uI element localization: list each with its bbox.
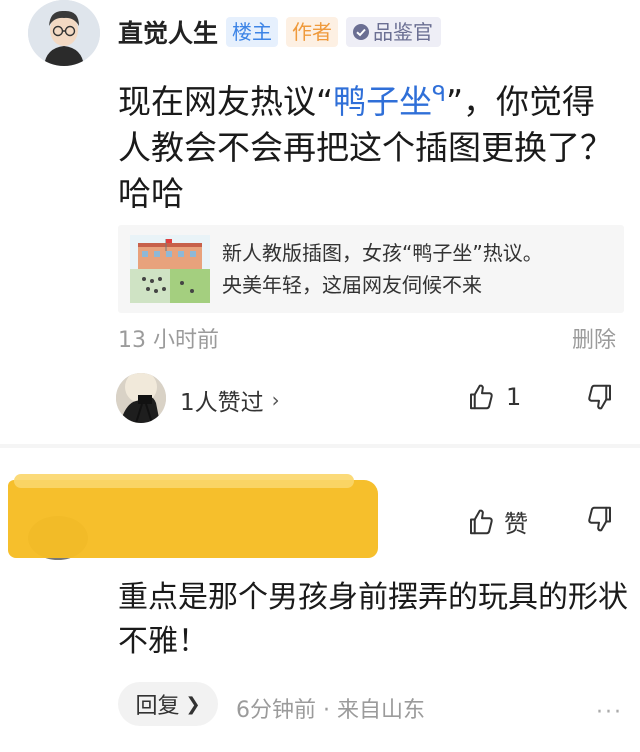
- verified-icon: [353, 24, 370, 40]
- reply-comment: 赞 重点是那个男孩身前摆弄的玩具的形状不雅！ 回复 ❯ 6分钟前 · 来自山东 …: [0, 448, 640, 752]
- link-card-text: 新人教版插图，女孩“鸭子坐”热议。 央美年轻，这届网友伺候不来: [222, 237, 618, 301]
- reply-button[interactable]: 回复 ❯: [118, 682, 218, 726]
- like-count: 1: [506, 383, 522, 411]
- link-card-line2: 央美年轻，这届网友伺候不来: [222, 273, 482, 297]
- chevron-right-icon: ❯: [185, 693, 201, 715]
- link-card-line1: 新人教版插图，女孩“鸭子坐”热议。: [222, 241, 543, 265]
- author-avatar[interactable]: [28, 0, 100, 66]
- dislike-button[interactable]: [585, 382, 615, 416]
- delete-button[interactable]: 删除: [572, 322, 616, 354]
- likes-summary-label: 1人赞过: [180, 390, 264, 416]
- reply-like-label: 赞: [504, 510, 528, 538]
- like-button[interactable]: 1: [466, 382, 521, 412]
- owner-badge: 楼主: [226, 17, 279, 47]
- link-card[interactable]: 新人教版插图，女孩“鸭子坐”热议。 央美年轻，这届网友伺候不来: [118, 225, 624, 313]
- author-name[interactable]: 直觉人生: [118, 14, 218, 50]
- likes-summary[interactable]: 1人赞过 ›: [180, 383, 280, 417]
- search-link-label: 鸭子坐: [333, 82, 433, 121]
- reply-content: 重点是那个男孩身前摆弄的玩具的形状不雅！: [118, 580, 628, 659]
- author-row: 直觉人生 楼主 作者 品鉴官: [118, 14, 449, 50]
- link-card-thumbnail: [130, 235, 210, 303]
- writer-badge: 作者: [286, 17, 339, 47]
- search-link[interactable]: 鸭子坐ᑫ: [333, 82, 446, 121]
- thumb-down-icon: [588, 506, 611, 532]
- reply-button-label: 回复: [135, 694, 180, 719]
- reply-dislike-button[interactable]: [585, 504, 615, 538]
- chevron-right-icon: ›: [271, 388, 280, 412]
- post-time: 13 小时前: [118, 328, 219, 353]
- search-icon: ᑫ: [432, 82, 446, 107]
- redaction-highlight-edge: [14, 474, 354, 488]
- thumb-up-icon: [470, 509, 493, 534]
- reply-meta: 6分钟前 · 来自山东: [236, 698, 425, 723]
- thumb-down-icon: [588, 384, 611, 410]
- judge-badge: 品鉴官: [346, 17, 442, 47]
- judge-badge-label: 品鉴官: [373, 20, 434, 44]
- main-post: 直觉人生 楼主 作者 品鉴官 现在网友热议“鸭子坐ᑫ”，你觉得人教会不会再把这个…: [0, 0, 640, 440]
- reply-like-button[interactable]: 赞: [466, 504, 528, 539]
- more-button[interactable]: ···: [596, 700, 623, 725]
- redaction-highlight: [8, 480, 378, 558]
- thumb-up-icon: [470, 384, 493, 410]
- post-content-text: 现在网友热议“: [118, 82, 334, 121]
- liker-avatar[interactable]: [116, 373, 166, 423]
- post-content: 现在网友热议“鸭子坐ᑫ”，你觉得人教会不会再把这个插图更换了？哈哈: [118, 72, 628, 217]
